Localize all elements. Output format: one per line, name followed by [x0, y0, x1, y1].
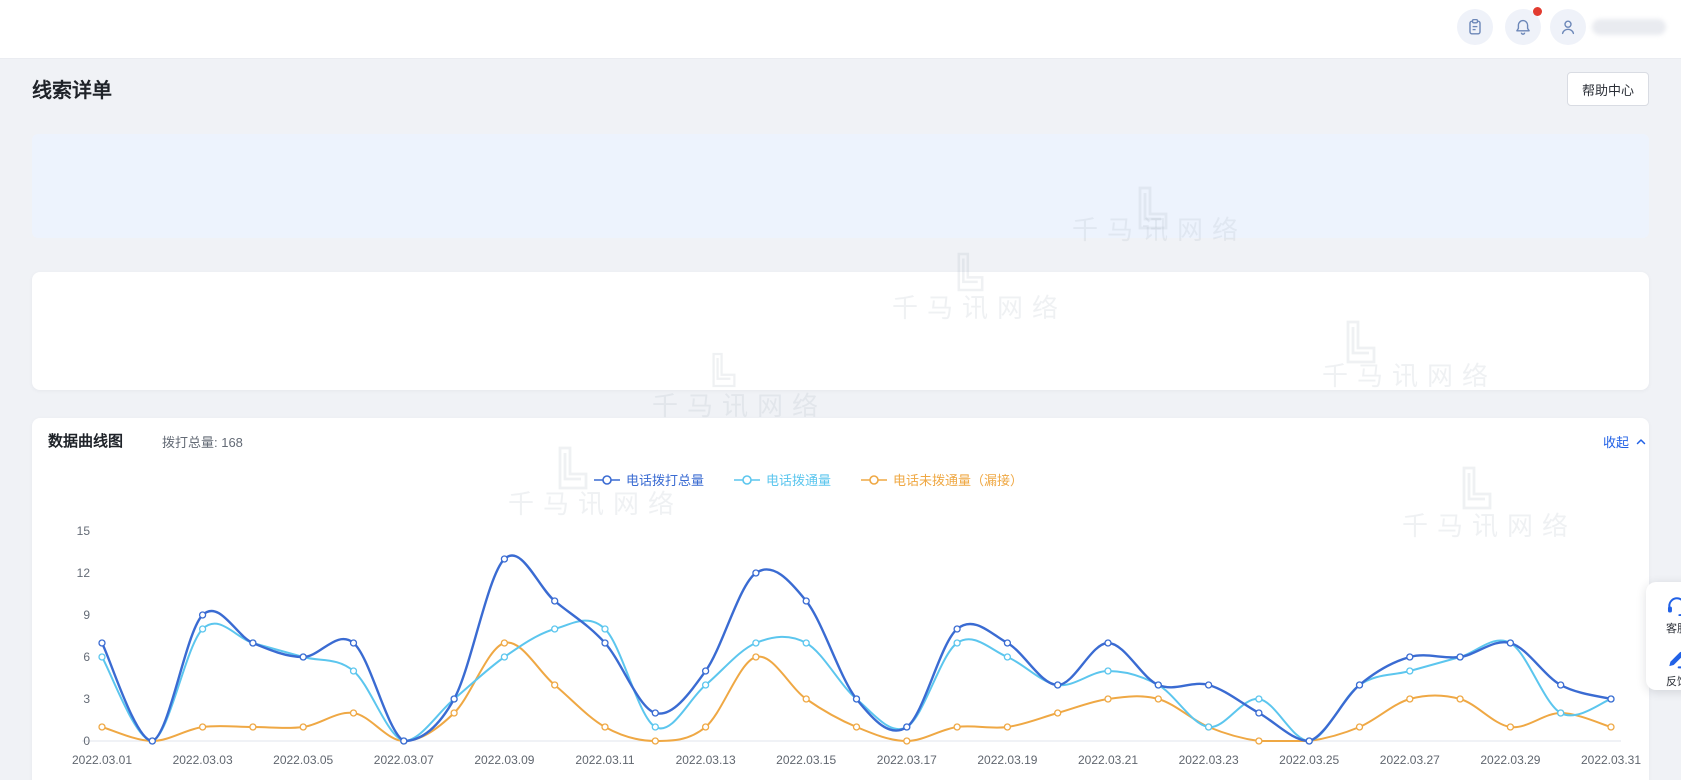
chart-collapse-button[interactable]: 收起 — [1603, 432, 1647, 451]
svg-text:2022.03.09: 2022.03.09 — [474, 753, 534, 767]
svg-text:2022.03.23: 2022.03.23 — [1179, 753, 1239, 767]
svg-text:12: 12 — [77, 566, 91, 580]
legend-marker-icon — [861, 475, 887, 485]
svg-text:2022.03.01: 2022.03.01 — [72, 753, 132, 767]
legend-label: 电话拨打总量 — [626, 470, 704, 489]
svg-text:2022.03.03: 2022.03.03 — [173, 753, 233, 767]
filter-panel: 时间 ? 2022-03-01 ~ 2022-03-31 组件类型 ? 电话 流… — [32, 272, 1649, 390]
svg-text:2022.03.17: 2022.03.17 — [877, 753, 937, 767]
headset-icon — [1666, 595, 1681, 617]
svg-text:2022.03.19: 2022.03.19 — [977, 753, 1037, 767]
svg-text:2022.03.07: 2022.03.07 — [374, 753, 434, 767]
legend-item-connected[interactable]: 电话拨通量 — [734, 470, 831, 489]
floating-widget: 客服 反馈 — [1646, 582, 1681, 690]
svg-text:2022.03.29: 2022.03.29 — [1480, 753, 1540, 767]
bell-icon — [1514, 18, 1532, 36]
line-chart: 0 3 6 9 12 15 2022.03.01 2022.03.03 2022.03.05 20… — [40, 506, 1641, 774]
svg-text:15: 15 — [77, 524, 91, 538]
help-center-button[interactable]: 帮助中心 — [1567, 72, 1649, 106]
svg-text:2022.03.25: 2022.03.25 — [1279, 753, 1339, 767]
topbar — [0, 0, 1681, 59]
legend-label: 电话未拨通量（漏接） — [893, 470, 1023, 489]
svg-text:2022.03.21: 2022.03.21 — [1078, 753, 1138, 767]
svg-text:2022.03.15: 2022.03.15 — [776, 753, 836, 767]
tasks-button[interactable] — [1457, 9, 1493, 45]
legend-item-total[interactable]: 电话拨打总量 — [594, 470, 704, 489]
user-icon — [1559, 18, 1577, 36]
notice-box: 重要提醒 收起 1. 若您有“线索详单”与“投放报告”不一致的疑问，请查看原因详… — [32, 134, 1649, 238]
pencil-icon — [1666, 648, 1681, 670]
chart-legend: 电话拨打总量 电话拨通量 电话未拨通量（漏接） — [0, 470, 1617, 489]
clipboard-icon — [1466, 18, 1484, 36]
chevron-up-icon — [1635, 436, 1647, 448]
svg-text:0: 0 — [83, 734, 90, 748]
chart-subtitle: 拨打总量: 168 — [162, 432, 243, 451]
svg-text:6: 6 — [83, 650, 90, 664]
legend-label: 电话拨通量 — [766, 470, 831, 489]
svg-text:2022.03.27: 2022.03.27 — [1380, 753, 1440, 767]
legend-item-missed[interactable]: 电话未拨通量（漏接） — [861, 470, 1023, 489]
chart-title: 数据曲线图 — [48, 430, 123, 451]
notification-badge — [1533, 7, 1542, 16]
svg-text:2022.03.31: 2022.03.31 — [1581, 753, 1641, 767]
svg-text:3: 3 — [83, 692, 90, 706]
page: 线索详单 帮助中心 重要提醒 收起 1. 若您有“线索详单”与“投放报告”不一致… — [0, 0, 1681, 780]
legend-marker-icon — [594, 475, 620, 485]
page-title: 线索详单 — [32, 74, 112, 103]
account-button[interactable] — [1550, 9, 1586, 45]
feedback-button[interactable]: 反馈 — [1646, 645, 1681, 692]
feedback-label: 反馈 — [1666, 673, 1681, 689]
legend-marker-icon — [734, 475, 760, 485]
username-redacted — [1592, 19, 1666, 35]
svg-text:9: 9 — [83, 608, 90, 622]
svg-text:2022.03.13: 2022.03.13 — [676, 753, 736, 767]
customer-service-button[interactable]: 客服 — [1646, 592, 1681, 639]
customer-service-label: 客服 — [1666, 620, 1681, 636]
svg-text:2022.03.05: 2022.03.05 — [273, 753, 333, 767]
svg-text:2022.03.11: 2022.03.11 — [575, 753, 634, 767]
chart-collapse-label: 收起 — [1603, 432, 1629, 451]
